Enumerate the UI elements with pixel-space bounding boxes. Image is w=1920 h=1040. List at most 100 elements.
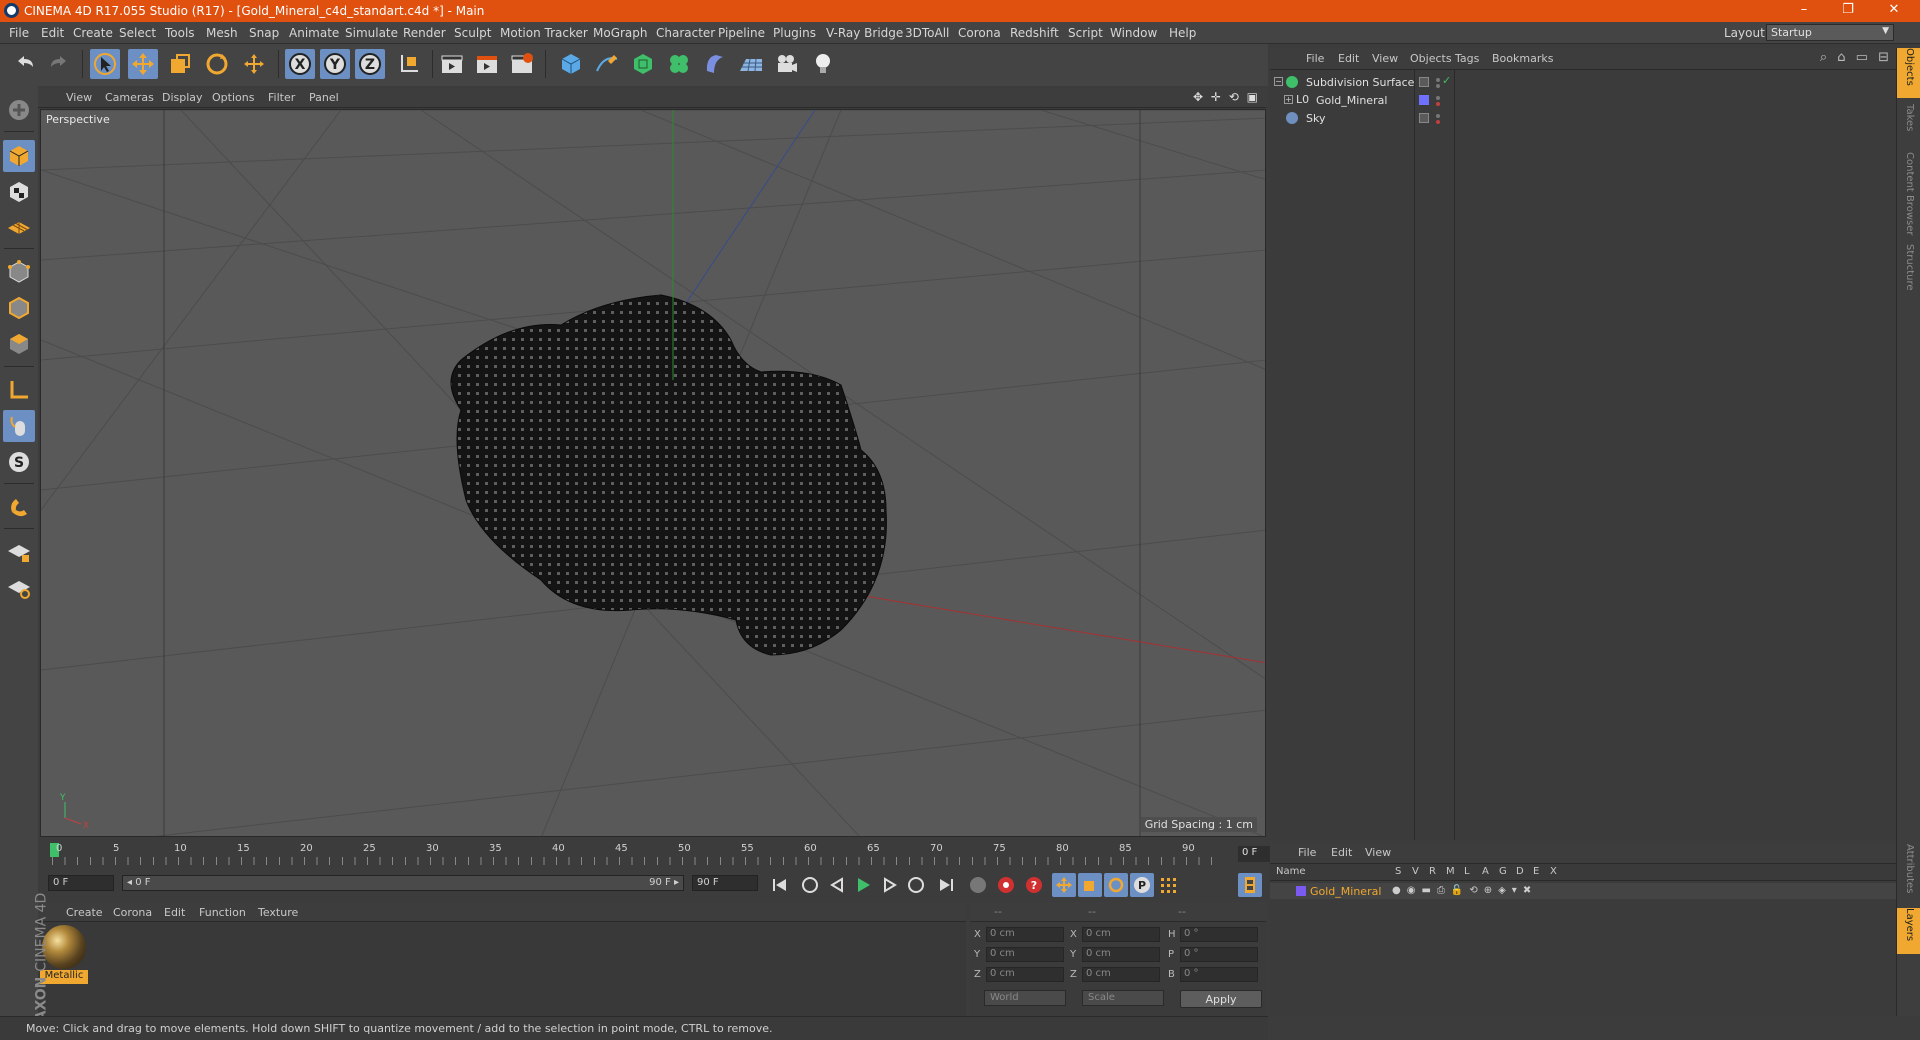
- menu-tools[interactable]: Tools: [165, 26, 195, 40]
- editor-visibility-dot[interactable]: [1436, 114, 1440, 118]
- layer-color-swatch[interactable]: [1419, 95, 1429, 105]
- object-row-subdivision-surface[interactable]: − Subdivision Surface ✓: [1270, 73, 1896, 91]
- close-button[interactable]: ✕: [1872, 2, 1916, 20]
- minimize-button[interactable]: –: [1782, 2, 1826, 20]
- menu-3dtoall[interactable]: 3DToAll: [905, 26, 949, 40]
- layer-menu-edit[interactable]: Edit: [1331, 846, 1352, 859]
- redo-button[interactable]: [44, 49, 74, 79]
- next-key-button[interactable]: [904, 873, 928, 897]
- viewport-menu-display[interactable]: Display: [162, 91, 203, 104]
- menu-sculpt[interactable]: Sculpt: [454, 26, 491, 40]
- viewport-menu-panel[interactable]: Panel: [309, 91, 339, 104]
- motion-record-button[interactable]: [966, 873, 990, 897]
- viewport-nav-icons[interactable]: ✥ ✛ ⟲ ▣: [1193, 90, 1260, 104]
- viewport-menu-cameras[interactable]: Cameras: [105, 91, 154, 104]
- render-to-picture-viewer-button[interactable]: [472, 49, 502, 79]
- viewport-menu-filter[interactable]: Filter: [268, 91, 295, 104]
- autokeying-button[interactable]: ?: [1022, 873, 1046, 897]
- tab-structure[interactable]: Structure: [1897, 244, 1920, 304]
- key-rotation-button[interactable]: [1104, 873, 1128, 897]
- menu-plugins[interactable]: Plugins: [773, 26, 816, 40]
- tab-objects[interactable]: Objects: [1897, 48, 1920, 98]
- collapse-icon[interactable]: −: [1274, 77, 1283, 86]
- rotation-h-field[interactable]: 0 °: [1180, 927, 1258, 942]
- layer-menu-view[interactable]: View: [1365, 846, 1391, 859]
- key-parameter-button[interactable]: P: [1130, 873, 1154, 897]
- menu-redshift[interactable]: Redshift: [1010, 26, 1059, 40]
- add-deformer-button[interactable]: [700, 49, 730, 79]
- x-axis-lock-button[interactable]: X: [285, 49, 315, 79]
- material-menu-create[interactable]: Create: [66, 906, 103, 919]
- material-menu-function[interactable]: Function: [199, 906, 246, 919]
- menu-file[interactable]: File: [9, 26, 29, 40]
- lock-workplane-button[interactable]: [3, 536, 35, 568]
- workplane-mode-button[interactable]: [3, 211, 35, 243]
- live-selection-button[interactable]: [90, 49, 120, 79]
- scale-tool-button[interactable]: [165, 49, 195, 79]
- go-to-start-button[interactable]: [768, 873, 792, 897]
- menu-select[interactable]: Select: [119, 26, 156, 40]
- coordinate-system-button[interactable]: [394, 49, 424, 79]
- tab-layers[interactable]: Layers: [1897, 908, 1920, 954]
- apply-button[interactable]: Apply: [1180, 990, 1262, 1008]
- polygons-mode-button[interactable]: [3, 328, 35, 360]
- restore-button[interactable]: ❐: [1826, 2, 1870, 20]
- transform-mode-dropdown[interactable]: Scale: [1082, 990, 1164, 1006]
- key-position-button[interactable]: [1052, 873, 1076, 897]
- transform-tool-button[interactable]: [239, 49, 269, 79]
- render-visibility-dot[interactable]: [1436, 102, 1440, 106]
- add-cube-button[interactable]: [556, 49, 586, 79]
- previous-frame-button[interactable]: [825, 873, 849, 897]
- menu-script[interactable]: Script: [1068, 26, 1103, 40]
- model-mode-button[interactable]: [3, 140, 35, 172]
- object-name[interactable]: Sky: [1306, 112, 1325, 125]
- tab-takes[interactable]: Takes: [1897, 104, 1920, 150]
- z-axis-lock-button[interactable]: Z: [355, 49, 385, 79]
- rotation-b-field[interactable]: 0 °: [1180, 967, 1258, 982]
- object-menu-view[interactable]: View: [1372, 52, 1398, 65]
- layer-row[interactable]: Gold_Mineral ●◉▬⎙🔓⟲⊕◈▾✖: [1270, 883, 1896, 899]
- object-menu-tags[interactable]: Tags: [1455, 52, 1479, 65]
- make-editable-button[interactable]: [3, 94, 35, 126]
- menu-character[interactable]: Character: [656, 26, 715, 40]
- play-button[interactable]: [851, 873, 875, 897]
- menu-snap[interactable]: Snap: [249, 26, 279, 40]
- layer-menu-file[interactable]: File: [1298, 846, 1316, 859]
- tab-content-browser[interactable]: Content Browser: [1897, 152, 1920, 252]
- menu-mesh[interactable]: Mesh: [206, 26, 238, 40]
- object-menu-objects[interactable]: Objects: [1410, 52, 1452, 65]
- menu-animate[interactable]: Animate: [289, 26, 339, 40]
- size-x-field[interactable]: 0 cm: [1082, 927, 1160, 942]
- expand-icon[interactable]: +: [1284, 95, 1293, 104]
- menu-pipeline[interactable]: Pipeline: [718, 26, 765, 40]
- snap-button[interactable]: [3, 491, 35, 523]
- menu-create[interactable]: Create: [73, 26, 113, 40]
- rotation-p-field[interactable]: 0 °: [1180, 947, 1258, 962]
- menu-motion-tracker[interactable]: Motion Tracker: [500, 26, 588, 40]
- menu-mograph[interactable]: MoGraph: [593, 26, 648, 40]
- rotate-tool-button[interactable]: [202, 49, 232, 79]
- material-menu-corona[interactable]: Corona: [113, 906, 152, 919]
- add-camera-button[interactable]: [772, 49, 802, 79]
- menu-corona[interactable]: Corona: [958, 26, 1001, 40]
- add-cloner-button[interactable]: [664, 49, 694, 79]
- undo-button[interactable]: [10, 49, 40, 79]
- viewport-menu-view[interactable]: View: [66, 91, 92, 104]
- texture-mode-button[interactable]: [3, 176, 35, 208]
- planar-workplane-button[interactable]: [3, 572, 35, 604]
- add-spline-pen-button[interactable]: [592, 49, 622, 79]
- menu-render[interactable]: Render: [403, 26, 446, 40]
- previous-key-button[interactable]: [798, 873, 822, 897]
- key-scale-button[interactable]: [1078, 873, 1102, 897]
- object-manager-toolbar-icons[interactable]: ⌕ ⌂ ▭ ⊟: [1820, 50, 1892, 65]
- render-visibility-dot[interactable]: [1436, 84, 1440, 88]
- viewport-perspective[interactable]: Y X Perspective Grid Spacing : 1 cm: [40, 109, 1266, 837]
- tweak-mode-button[interactable]: [3, 410, 35, 442]
- material-menu-texture[interactable]: Texture: [258, 906, 298, 919]
- y-axis-lock-button[interactable]: Y: [320, 49, 350, 79]
- points-mode-button[interactable]: [3, 256, 35, 288]
- add-light-button[interactable]: [808, 49, 838, 79]
- editor-visibility-dot[interactable]: [1436, 78, 1440, 82]
- size-z-field[interactable]: 0 cm: [1082, 967, 1160, 982]
- timeline-window-button[interactable]: [1238, 873, 1262, 897]
